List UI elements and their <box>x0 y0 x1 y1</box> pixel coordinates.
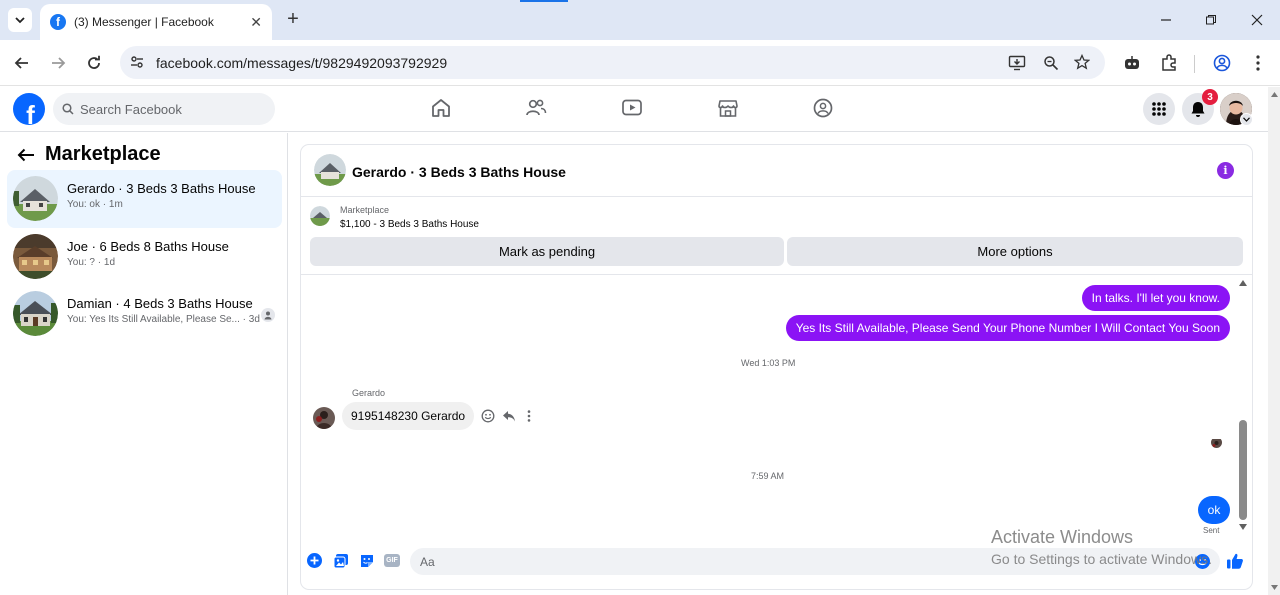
install-app-icon[interactable] <box>1008 54 1026 72</box>
outgoing-message[interactable]: Yes Its Still Available, Please Send You… <box>785 315 1230 341</box>
reload-icon[interactable] <box>84 53 104 73</box>
copilot-extension-icon[interactable] <box>1122 53 1142 73</box>
react-icon[interactable] <box>481 409 495 423</box>
marketplace-label: Marketplace <box>340 205 390 215</box>
conversation-preview: You: ? · 1d <box>67 257 116 268</box>
nav-friends-icon[interactable] <box>525 97 549 121</box>
chat-panel: Gerardo · 3 Beds 3 Baths House i Marketp… <box>301 145 1252 589</box>
conversation-info-icon[interactable]: i <box>1217 162 1234 179</box>
conversation-item-damian[interactable]: Damian · 4 Beds 3 Baths House You: Yes I… <box>7 285 282 343</box>
reply-icon[interactable] <box>502 409 516 423</box>
more-actions-icon[interactable] <box>527 409 535 423</box>
attach-photo-icon[interactable] <box>333 553 349 569</box>
incoming-message[interactable]: 9195148230 Gerardo <box>342 402 475 430</box>
more-actions-plus-icon[interactable] <box>307 553 322 568</box>
marketplace-sidebar: Marketplace Gerardo · 3 Beds 3 Baths Hou… <box>0 133 288 595</box>
page-scrollbar[interactable] <box>1268 87 1280 595</box>
mark-as-pending-button[interactable]: Mark as pending <box>310 237 784 266</box>
listing-small-thumbnail <box>310 206 330 226</box>
listing-thumbnail <box>13 291 58 336</box>
extensions-puzzle-icon[interactable] <box>1159 53 1179 73</box>
url-field[interactable]: facebook.com/messages/t/9829492093792929 <box>120 46 1105 79</box>
nav-gaming-icon[interactable] <box>812 97 836 121</box>
sender-name: Gerardo <box>352 388 386 398</box>
chat-header: Gerardo · 3 Beds 3 Baths House i <box>301 145 1252 197</box>
like-thumb-icon[interactable] <box>1226 552 1244 570</box>
bell-icon <box>1191 101 1205 117</box>
chevron-down-icon <box>15 17 25 24</box>
read-receipt-avatar <box>1211 437 1222 448</box>
close-window-icon[interactable] <box>1247 10 1267 30</box>
tab-title: (3) Messenger | Facebook <box>74 15 214 29</box>
listing-price-title[interactable]: $1,100 - 3 Beds 3 Baths House <box>340 219 479 230</box>
conversation-item-joe[interactable]: Joe · 6 Beds 8 Baths House You: ? · 1d <box>7 228 282 286</box>
profile-icon[interactable] <box>1212 53 1232 73</box>
listing-thumbnail <box>13 176 58 221</box>
nav-home-icon[interactable] <box>430 97 454 121</box>
messages-scrollbar[interactable] <box>1238 280 1248 530</box>
search-placeholder: Search Facebook <box>80 101 182 117</box>
restore-icon[interactable] <box>1201 10 1221 30</box>
new-tab-button[interactable]: + <box>282 8 304 30</box>
tab-loading-indicator <box>520 0 568 2</box>
message-input-placeholder: Aa <box>420 554 435 569</box>
notification-badge: 3 <box>1202 89 1218 105</box>
outgoing-message-ok[interactable]: ok <box>1198 496 1230 524</box>
facebook-favicon-icon: f <box>50 14 66 30</box>
gif-icon[interactable]: GIF <box>384 554 400 567</box>
marketplace-listing-bar: Marketplace $1,100 - 3 Beds 3 Baths Hous… <box>301 198 1252 275</box>
conversation-name: Damian · 4 Beds 3 Baths House <box>67 296 253 311</box>
account-chevron-icon[interactable] <box>1240 113 1253 126</box>
message-text: ok <box>1207 503 1221 517</box>
minimize-icon[interactable] <box>1156 10 1176 30</box>
scroll-thumb[interactable] <box>1239 420 1247 520</box>
conversation-name: Gerardo · 3 Beds 3 Baths House <box>67 181 256 196</box>
watermark-title: Activate Windows <box>991 527 1134 547</box>
chat-listing-avatar[interactable] <box>314 154 346 186</box>
toolbar-divider <box>1194 55 1195 73</box>
zoom-icon[interactable] <box>1042 54 1060 72</box>
watermark-subtitle: Go to Settings to activate Windows. <box>991 551 1212 567</box>
browser-tab[interactable]: f (3) Messenger | Facebook ✕ <box>40 4 272 40</box>
nav-video-icon[interactable] <box>621 97 645 121</box>
back-icon[interactable] <box>12 53 32 73</box>
close-tab-icon[interactable]: ✕ <box>250 14 262 31</box>
forward-icon[interactable] <box>48 53 68 73</box>
bookmark-star-icon[interactable] <box>1073 53 1091 71</box>
conversation-item-gerardo[interactable]: Gerardo · 3 Beds 3 Baths House You: ok ·… <box>7 170 282 228</box>
menu-grid-button[interactable] <box>1143 93 1175 125</box>
search-icon <box>62 103 74 115</box>
activate-windows-watermark: Activate Windows Go to Settings to activ… <box>991 527 1212 567</box>
sidebar-title: Marketplace <box>45 143 161 165</box>
address-bar: facebook.com/messages/t/9829492093792929 <box>0 40 1280 86</box>
facebook-logo-icon[interactable]: f <box>13 93 45 125</box>
tab-search-button[interactable] <box>8 8 32 32</box>
sender-avatar[interactable] <box>313 407 335 429</box>
timestamp: 7:59 AM <box>751 471 785 481</box>
chat-title[interactable]: Gerardo · 3 Beds 3 Baths House <box>352 164 566 180</box>
facebook-header: f Search Facebook 3 <box>0 87 1268 132</box>
search-input[interactable]: Search Facebook <box>53 93 275 125</box>
browser-menu-icon[interactable] <box>1248 53 1268 73</box>
back-arrow-icon[interactable] <box>16 147 36 163</box>
outgoing-message[interactable]: In talks. I'll let you know. <box>1081 285 1230 311</box>
site-settings-icon[interactable] <box>129 54 145 70</box>
nav-marketplace-icon[interactable] <box>717 97 741 121</box>
seen-avatar-icon <box>261 308 275 322</box>
grid-icon <box>1152 102 1166 116</box>
more-options-button[interactable]: More options <box>787 237 1243 266</box>
sticker-icon[interactable] <box>359 553 375 569</box>
browser-tab-strip: f (3) Messenger | Facebook ✕ + <box>0 0 1280 40</box>
url-text: facebook.com/messages/t/9829492093792929 <box>156 54 448 71</box>
timestamp: Wed 1:03 PM <box>741 358 796 368</box>
listing-thumbnail <box>13 234 58 279</box>
conversation-preview: You: Yes Its Still Available, Please Se.… <box>67 314 260 325</box>
conversation-preview: You: ok · 1m <box>67 199 123 210</box>
conversation-name: Joe · 6 Beds 8 Baths House <box>67 239 229 254</box>
